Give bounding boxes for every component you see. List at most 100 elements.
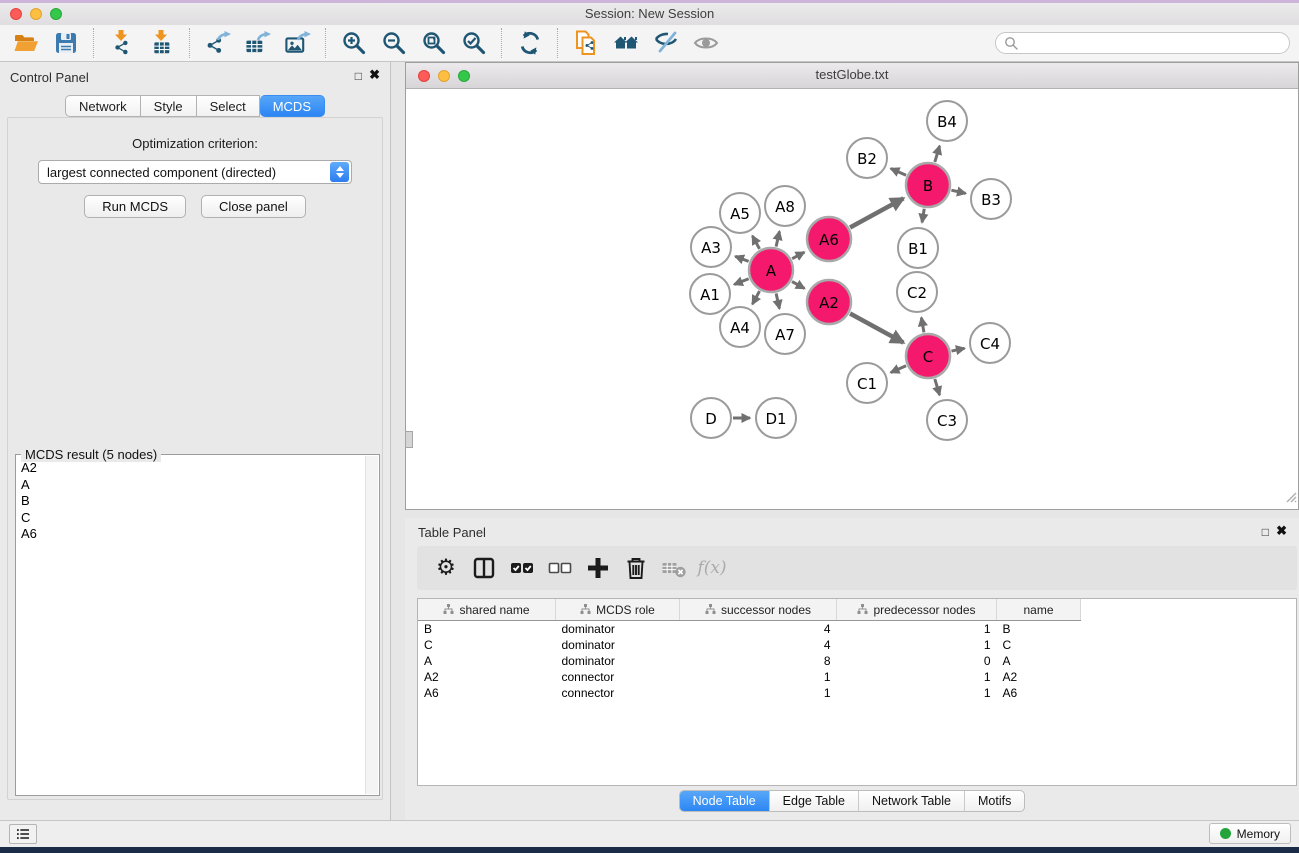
- edge-A-A5[interactable]: [752, 236, 759, 249]
- split-view-button[interactable]: [465, 550, 503, 586]
- search-box[interactable]: [995, 32, 1290, 54]
- tab-network-table[interactable]: Network Table: [858, 791, 964, 811]
- edge-A-A4[interactable]: [752, 291, 759, 304]
- panel-handle[interactable]: [405, 431, 413, 448]
- control-panel-float-icon[interactable]: □: [355, 69, 362, 83]
- table-cell[interactable]: 1: [680, 669, 837, 685]
- network-window-titlebar[interactable]: testGlobe.txt: [406, 63, 1298, 89]
- add-row-button[interactable]: [579, 550, 617, 586]
- table-row[interactable]: Adominator80A: [418, 653, 1081, 669]
- tab-style[interactable]: Style: [141, 95, 197, 117]
- delete-row-button[interactable]: [617, 550, 655, 586]
- column-header-shared-name[interactable]: shared name: [418, 599, 556, 621]
- select-all-button[interactable]: [503, 550, 541, 586]
- resize-grip-icon[interactable]: [1283, 489, 1297, 508]
- table-cell[interactable]: A: [418, 653, 556, 669]
- table-cell[interactable]: dominator: [556, 621, 680, 638]
- table-cell[interactable]: 1: [837, 637, 997, 653]
- import-network-button[interactable]: [102, 27, 142, 59]
- run-mcds-button[interactable]: Run MCDS: [84, 195, 186, 218]
- edge-A-A7[interactable]: [776, 293, 779, 308]
- refresh-button[interactable]: [510, 27, 550, 59]
- table-row[interactable]: Bdominator41B: [418, 621, 1081, 638]
- birds-eye-button[interactable]: [686, 27, 726, 59]
- edge-C-C1[interactable]: [891, 366, 906, 373]
- tab-network[interactable]: Network: [65, 95, 141, 117]
- zoom-selected-button[interactable]: [454, 27, 494, 59]
- table-cell[interactable]: 1: [837, 669, 997, 685]
- table-cell[interactable]: connector: [556, 685, 680, 701]
- export-table-button[interactable]: [238, 27, 278, 59]
- close-panel-button[interactable]: Close panel: [201, 195, 306, 218]
- zoom-fit-button[interactable]: [414, 27, 454, 59]
- column-header-successor-nodes[interactable]: successor nodes: [680, 599, 837, 621]
- table-cell[interactable]: dominator: [556, 637, 680, 653]
- task-history-button[interactable]: [9, 824, 37, 844]
- export-network-button[interactable]: [198, 27, 238, 59]
- table-row[interactable]: A2connector11A2: [418, 669, 1081, 685]
- tab-mcds[interactable]: MCDS: [260, 95, 325, 117]
- result-item[interactable]: A: [21, 477, 362, 494]
- settings-button[interactable]: ⚙: [427, 550, 465, 586]
- graphics-details-button[interactable]: [646, 27, 686, 59]
- table-cell[interactable]: connector: [556, 669, 680, 685]
- tab-select[interactable]: Select: [197, 95, 260, 117]
- tab-edge-table[interactable]: Edge Table: [769, 791, 858, 811]
- memory-button[interactable]: Memory: [1209, 823, 1291, 844]
- edge-B-B2[interactable]: [891, 169, 906, 176]
- tab-motifs[interactable]: Motifs: [964, 791, 1024, 811]
- save-session-button[interactable]: [46, 27, 86, 59]
- edge-B-B3[interactable]: [951, 190, 965, 193]
- edge-A-A3[interactable]: [735, 256, 748, 261]
- table-cell[interactable]: 0: [837, 653, 997, 669]
- edge-A-A6[interactable]: [792, 252, 804, 258]
- control-panel-close-icon[interactable]: ✖: [369, 68, 380, 82]
- table-cell[interactable]: B: [418, 621, 556, 638]
- table-cell[interactable]: 8: [680, 653, 837, 669]
- column-header-name[interactable]: name: [997, 599, 1081, 621]
- zoom-out-button[interactable]: [374, 27, 414, 59]
- search-input[interactable]: [1018, 33, 1289, 53]
- zoom-in-button[interactable]: [334, 27, 374, 59]
- edge-B-B4[interactable]: [935, 146, 940, 162]
- table-cell[interactable]: 1: [680, 685, 837, 701]
- export-image-button[interactable]: [278, 27, 318, 59]
- clone-network-button[interactable]: [566, 27, 606, 59]
- edge-C-C3[interactable]: [935, 379, 940, 395]
- result-item[interactable]: C: [21, 510, 362, 527]
- edge-A2-C[interactable]: [850, 313, 903, 342]
- deselect-all-button[interactable]: [541, 550, 579, 586]
- tab-node-table[interactable]: Node Table: [680, 791, 769, 811]
- table-cell[interactable]: C: [418, 637, 556, 653]
- table-cell[interactable]: dominator: [556, 653, 680, 669]
- table-cell[interactable]: A6: [997, 685, 1081, 701]
- edge-C-C2[interactable]: [921, 318, 924, 333]
- network-canvas[interactable]: A5A8A3A1A4A7AA6A2BB2B4B3B1CC2C4C1C3DD1: [406, 89, 1298, 509]
- table-cell[interactable]: 1: [837, 685, 997, 701]
- import-table-button[interactable]: [142, 27, 182, 59]
- edge-A-A2[interactable]: [792, 282, 804, 289]
- edge-B-B1[interactable]: [922, 209, 924, 223]
- criterion-dropdown[interactable]: largest connected component (directed): [38, 160, 352, 184]
- result-item[interactable]: A2: [21, 460, 362, 477]
- column-header-MCDS-role[interactable]: MCDS role: [556, 599, 680, 621]
- edge-A6-B[interactable]: [850, 198, 903, 227]
- table-row[interactable]: A6connector11A6: [418, 685, 1081, 701]
- table-cell[interactable]: A2: [418, 669, 556, 685]
- table-cell[interactable]: A6: [418, 685, 556, 701]
- table-cell[interactable]: A: [997, 653, 1081, 669]
- table-panel-float-icon[interactable]: □: [1262, 525, 1269, 539]
- table-row[interactable]: Cdominator41C: [418, 637, 1081, 653]
- table-cell[interactable]: 4: [680, 621, 837, 638]
- edge-A-A1[interactable]: [734, 279, 748, 285]
- table-cell[interactable]: C: [997, 637, 1081, 653]
- result-item[interactable]: A6: [21, 526, 362, 543]
- column-header-predecessor-nodes[interactable]: predecessor nodes: [837, 599, 997, 621]
- result-item[interactable]: B: [21, 493, 362, 510]
- table-panel-close-icon[interactable]: ✖: [1276, 524, 1287, 538]
- table-cell[interactable]: 4: [680, 637, 837, 653]
- open-session-button[interactable]: [6, 27, 46, 59]
- node-table[interactable]: shared nameMCDS rolesuccessor nodesprede…: [417, 598, 1297, 786]
- table-cell[interactable]: 1: [837, 621, 997, 638]
- table-cell[interactable]: B: [997, 621, 1081, 638]
